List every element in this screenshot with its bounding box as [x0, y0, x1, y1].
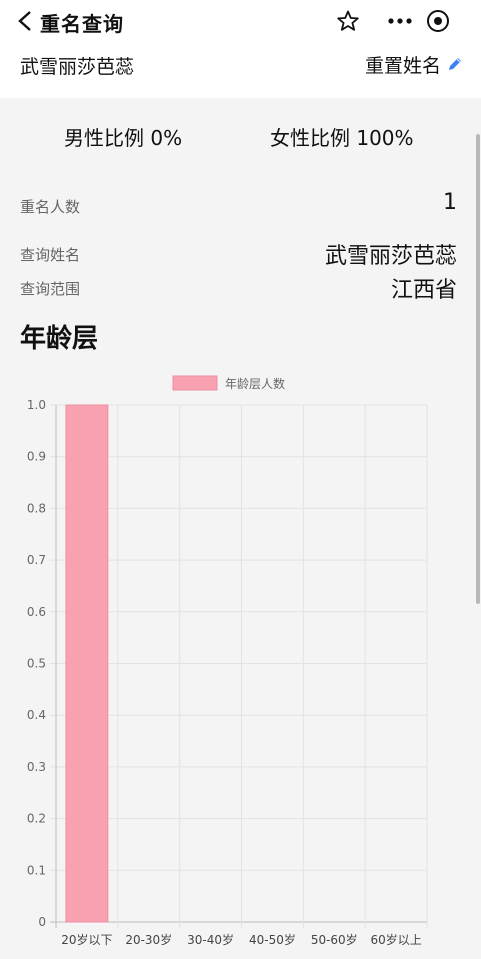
- x-tick-label: 40-50岁: [249, 932, 296, 947]
- name-label: 查询姓名: [20, 246, 81, 264]
- y-tick-label: 0.7: [27, 553, 46, 567]
- star-icon[interactable]: [336, 9, 360, 33]
- legend-label: 年龄层人数: [225, 376, 285, 391]
- x-tick-label: 30-40岁: [187, 932, 234, 947]
- x-tick-label: 50-60岁: [311, 932, 358, 947]
- y-tick-label: 0.6: [27, 605, 46, 619]
- y-tick-label: 0.2: [27, 812, 46, 826]
- reset-name-button[interactable]: 重置姓名: [365, 50, 463, 78]
- top-bar: 重名查询: [0, 0, 481, 44]
- bar: [65, 404, 109, 923]
- range-value: 江西省: [390, 278, 457, 303]
- query-name: 武雪丽莎芭蕊: [20, 56, 135, 78]
- male-ratio: 男性比例 0%: [64, 126, 183, 150]
- page-title: 重名查询: [40, 12, 124, 36]
- y-tick-label: 0: [38, 915, 46, 929]
- query-name-bar: 武雪丽莎芭蕊 重置姓名: [0, 44, 481, 98]
- y-tick-label: 0.5: [27, 657, 46, 671]
- count-label: 重名人数: [20, 198, 81, 216]
- name-value: 武雪丽莎芭蕊: [324, 244, 457, 269]
- x-tick-label: 60岁以上: [370, 932, 421, 947]
- y-tick-label: 1.0: [27, 398, 46, 412]
- count-value: 1: [443, 190, 457, 215]
- age-bar-chart: 年龄层人数 1.0 0.9 0.8 0.7 0.6 0.5 0.4 0.3 0.2 0.1 0 20岁以…: [27, 375, 428, 947]
- female-ratio: 女性比例 100%: [270, 126, 414, 150]
- result-panel: 男性比例 0% 女性比例 100% 重名人数 1 查询姓名 武雪丽莎芭蕊 查询范…: [0, 98, 481, 959]
- section-title: 年龄层: [20, 324, 99, 354]
- y-tick-label: 0.9: [27, 450, 46, 464]
- chevron-left-icon[interactable]: [16, 10, 36, 32]
- y-tick-label: 0.4: [27, 708, 46, 722]
- edit-pencil-icon: [449, 58, 461, 70]
- scrollbar[interactable]: [476, 134, 480, 604]
- y-tick-label: 0.3: [27, 760, 46, 774]
- reset-name-label: 重置姓名: [364, 54, 441, 77]
- range-label: 查询范围: [20, 280, 81, 298]
- x-tick-label: 20岁以下: [61, 932, 112, 947]
- y-tick-label: 0.1: [27, 863, 46, 877]
- target-icon[interactable]: [426, 9, 450, 33]
- y-tick-label: 0.8: [27, 501, 46, 515]
- x-tick-label: 20-30岁: [125, 932, 172, 947]
- more-icon[interactable]: [388, 18, 412, 24]
- legend-swatch: [172, 375, 218, 391]
